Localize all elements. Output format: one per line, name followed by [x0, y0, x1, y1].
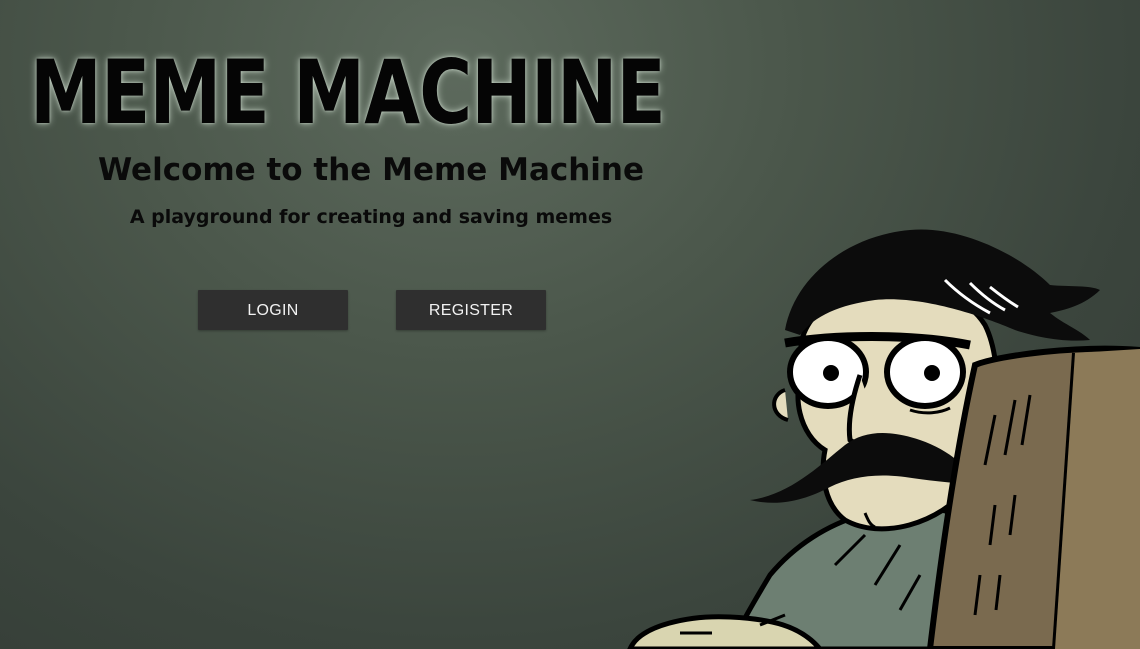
landing-page: MEME MACHINE Welcome to the Meme Machine…	[0, 0, 1140, 649]
meme-character-illustration	[627, 229, 1140, 649]
brand-title: MEME MACHINE	[30, 41, 666, 144]
login-button[interactable]: LOGIN	[198, 290, 348, 330]
register-button[interactable]: REGISTER	[396, 290, 546, 330]
welcome-heading: Welcome to the Meme Machine	[97, 152, 645, 188]
